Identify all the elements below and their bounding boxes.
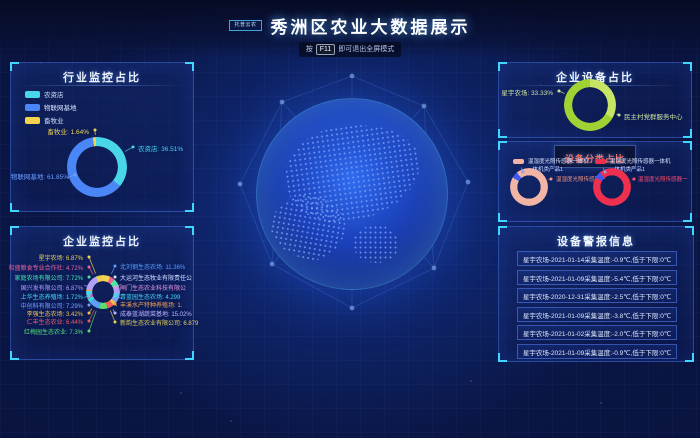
panel-industry-monitor: 行业监控占比 农资店物联网基地畜牧业 畜牧业: 1.64% 农资店: 36.51%… xyxy=(10,62,194,212)
alarm-row: 星宇农场-2021-01-09采集温度:-3.8℃,低于下限:0℃ xyxy=(517,307,677,322)
legend-item[interactable]: 畜牧业 xyxy=(25,115,64,125)
chart-label: 中创科有限公司: 7.29% xyxy=(21,301,83,310)
corner-bracket xyxy=(498,129,507,138)
legend-item[interactable]: 农资店 xyxy=(25,89,64,99)
corner-bracket xyxy=(683,141,692,150)
alarm-row: 星宇农场-2020-12-31采集温度:-2.5℃,低于下限:0℃ xyxy=(517,288,677,303)
globe[interactable] xyxy=(222,62,482,322)
alarm-row: 星宇农场-2021-01-02采集温度:-2.0℃,低于下限:0℃ xyxy=(517,325,677,340)
corner-bracket xyxy=(683,213,692,222)
chart-label: 国兴发有限公司: 6.87% xyxy=(21,283,83,292)
legend-swatch xyxy=(25,117,40,124)
chart-label: 星宇农场: 33.33% xyxy=(501,87,553,97)
panel-enterprise-monitor: 企业监控占比 星宇农场: 6.87%和盛粮食专业合作社: 4.72%家庭农场有限… xyxy=(10,226,194,360)
hint-suffix: 即可退出全屏模式 xyxy=(338,44,394,54)
corner-bracket xyxy=(10,351,19,360)
chart-label: 北刘钢生态农场: 11.36% xyxy=(120,262,185,271)
dashboard: 托普云农 秀洲区农业大数据展示 按 F11 即可退出全屏模式 行业监控占比 农资… xyxy=(0,0,700,438)
legend-label: 温湿度光照传感器一体机 xyxy=(610,157,671,165)
panel-device-ratio: 企业设备占比 星宇农场: 33.33%民主村党群服务中心 xyxy=(498,62,692,138)
legend-label: 农资店 xyxy=(44,89,64,99)
enterprise-donut-chart[interactable] xyxy=(86,275,120,309)
corner-bracket xyxy=(683,129,692,138)
legend-swatch xyxy=(513,159,524,164)
corner-bracket xyxy=(685,353,694,362)
corner-bracket xyxy=(498,353,507,362)
panel-title: 设备警报信息 xyxy=(499,227,693,249)
alarm-row: 星宇农场-2021-01-14采集温度:-0.9℃,低于下限:0℃ xyxy=(517,251,677,266)
device-donut-chart[interactable] xyxy=(564,79,616,131)
legend-item[interactable]: 温湿度光照传感器一体机 xyxy=(595,157,671,165)
legend-swatch xyxy=(25,104,40,111)
chart-label: 闸门生态农业科技有限公 xyxy=(120,283,186,292)
legend-swatch xyxy=(25,91,40,98)
corner-bracket xyxy=(10,203,19,212)
chart-label: 上华生态养殖场: 1.72% xyxy=(21,292,83,301)
header: 托普云农 秀洲区农业大数据展示 按 F11 即可退出全屏模式 xyxy=(0,0,700,58)
chart-label: 农资店: 36.51% xyxy=(138,143,183,153)
legend-label: 物联网基地 xyxy=(44,102,77,112)
hint-prefix: 按 xyxy=(306,44,313,54)
chart-label: 大运河生态牧业有限责任公 xyxy=(120,273,192,282)
chart-label: 温湿度光照传感器一 xyxy=(638,175,688,183)
legend-swatch xyxy=(595,159,606,164)
globe-continents xyxy=(256,98,448,290)
chart-label: 民主村党群服务中心 xyxy=(624,111,683,121)
chart-label: 丰溪水产特种养殖场: 1. xyxy=(120,300,182,309)
corner-bracket xyxy=(498,141,507,150)
alarm-row: 星宇农场-2021-01-09采集温度:-5.4℃,低于下限:0℃ xyxy=(517,270,677,285)
legend-item[interactable]: 温湿度光照传感器一体机 xyxy=(513,157,589,165)
chart-label: 青蓝园生态农场: 4.299 xyxy=(120,292,180,301)
chart-label: 仁丰生态农业: 6.44% xyxy=(27,317,83,326)
panel-title: 企业监控占比 xyxy=(11,227,193,249)
chart-label: 红梅园生态农业: 7.3% xyxy=(24,327,83,336)
chart-label: 星宇农场: 6.87% xyxy=(39,253,83,262)
fullscreen-hint: 按 F11 即可退出全屏模式 xyxy=(299,42,402,57)
brand-logo: 托普云农 xyxy=(229,20,261,31)
industry-donut-chart[interactable] xyxy=(67,137,127,197)
chart-label: 畜牧业: 1.64% xyxy=(47,126,89,136)
page-title: 秀洲区农业大数据展示 xyxy=(271,13,471,38)
category-donut-right[interactable] xyxy=(593,168,631,206)
panel-alarm-info: 设备警报信息 星宇农场-2021-01-14采集温度:-0.9℃,低于下限:0℃… xyxy=(498,226,694,362)
corner-bracket xyxy=(185,203,194,212)
chart-label: 李强生态农场: 3.42% xyxy=(27,309,83,318)
panel-title: 行业监控占比 xyxy=(11,63,193,85)
legend-label: 畜牧业 xyxy=(44,115,64,125)
chart-label: 家庭农场有限公司: 7.72% xyxy=(15,273,83,282)
alarm-row: 星宇农场-2021-01-09采集温度:-0.9℃,低于下限:0℃ xyxy=(517,344,677,359)
chart-label: 新韵生态农业有限公司: 6.879 xyxy=(120,318,198,327)
chart-label: 和盛粮食专业合作社: 4.72% xyxy=(9,263,83,272)
f11-key: F11 xyxy=(316,44,336,55)
corner-bracket xyxy=(498,213,507,222)
divider xyxy=(19,85,185,86)
category-donut-left[interactable] xyxy=(510,168,548,206)
legend-label: 温湿度光照传感器一体机 xyxy=(528,157,589,165)
corner-bracket xyxy=(185,351,194,360)
panel-device-category: 设备分类占比 温湿度光照传感器一体机 一体机类产品1 温湿度光照传感器一 温湿度… xyxy=(498,141,692,222)
legend-item[interactable]: 物联网基地 xyxy=(25,102,77,112)
chart-label: 成泰蓝湖蔬菜基地: 15.02% xyxy=(120,309,192,318)
chart-label: 物联网基地: 61.85% xyxy=(11,171,69,181)
